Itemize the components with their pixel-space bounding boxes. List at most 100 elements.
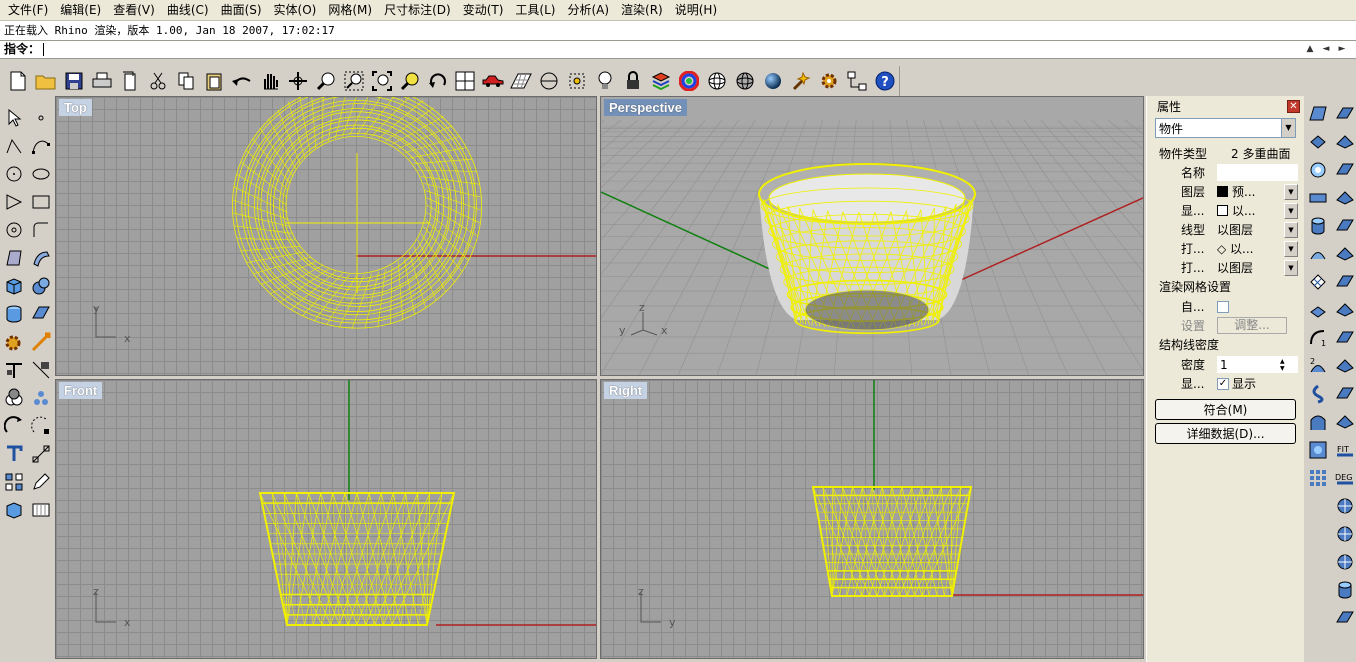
copy-icon[interactable] [172,67,200,95]
revolve-icon[interactable] [1305,156,1331,184]
menu-transform[interactable]: 变动(T) [457,0,510,20]
new-file-icon[interactable] [4,67,32,95]
rotate-icon[interactable] [424,67,452,95]
network-icon[interactable] [843,67,871,95]
shaded-sphere-icon[interactable] [759,67,787,95]
arc-icon[interactable] [0,188,27,216]
cylinder-icon[interactable] [0,300,27,328]
plane-icon[interactable] [1305,128,1331,156]
save-icon[interactable] [60,67,88,95]
menu-dimension[interactable]: 尺寸标注(D) [378,0,457,20]
auto-checkbox[interactable] [1217,300,1229,313]
print-icon[interactable] [88,67,116,95]
degree2-icon[interactable]: 2 [1305,352,1331,380]
tool-j-icon[interactable] [1333,352,1356,380]
tool-c-icon[interactable] [1333,156,1356,184]
viewport-title-perspective[interactable]: Perspective [604,99,687,116]
grid-snap-icon[interactable] [27,496,54,524]
tool-h-icon[interactable] [1333,296,1356,324]
command-line[interactable]: 指令： ▲ ◄ ► [0,41,1356,59]
linetype-select[interactable]: 以图层 ▼ [1217,221,1304,238]
trim-icon[interactable] [0,356,27,384]
scale-icon[interactable] [27,412,54,440]
tool-n-icon[interactable] [1333,520,1356,548]
polygon-icon[interactable] [0,216,27,244]
flow-icon[interactable] [1305,380,1331,408]
chevron-down-icon[interactable]: ▼ [1281,119,1295,137]
zoom-extents-icon[interactable] [368,67,396,95]
layer-select[interactable]: 预... ▼ [1217,183,1304,200]
menu-view[interactable]: 查看(V) [107,0,161,20]
tool-b-icon[interactable] [1333,128,1356,156]
tool-k-icon[interactable] [1333,380,1356,408]
cut-icon[interactable] [144,67,172,95]
grid-icon[interactable] [507,67,535,95]
gear-edit-icon[interactable] [0,328,27,356]
point-icon[interactable] [27,104,54,132]
layer-icon[interactable] [647,67,675,95]
edit-pencil-icon[interactable] [27,468,54,496]
rectangle-icon[interactable] [27,188,54,216]
adjust-button[interactable]: 调整... [1217,317,1287,334]
blend-icon[interactable] [1305,296,1331,324]
menu-help[interactable]: 说明(H) [669,0,723,20]
viewport-perspective[interactable]: z y x Perspective [600,96,1144,376]
wireframe-sphere-icon[interactable] [703,67,731,95]
color-wheel-icon[interactable] [675,67,703,95]
rotate-object-icon[interactable] [0,412,27,440]
box-icon[interactable] [0,272,27,300]
rotate-view-icon[interactable] [284,67,312,95]
zoom-window-icon[interactable] [340,67,368,95]
tool-d-icon[interactable] [1333,184,1356,212]
tool-q-icon[interactable] [1333,604,1356,632]
snap-icon[interactable] [563,67,591,95]
density-input[interactable]: 1 ▲ ▼ [1217,356,1298,373]
zoom-icon[interactable] [312,67,340,95]
surface-icon[interactable] [0,244,27,272]
details-button[interactable]: 详细数据(D)... [1155,423,1296,444]
extrude-icon[interactable] [1305,184,1331,212]
menu-curve[interactable]: 曲线(C) [161,0,215,20]
text-icon[interactable] [0,440,27,468]
menu-surface[interactable]: 曲面(S) [215,0,268,20]
curve-icon[interactable] [27,132,54,160]
car-icon[interactable] [479,67,507,95]
ghosted-sphere-icon[interactable] [731,67,759,95]
scroll-left-icon[interactable]: ◄ [1320,41,1332,58]
print-color-select[interactable]: ◇ 以... ▼ [1217,240,1304,257]
viewport-front[interactable]: x z Front [55,379,597,659]
menu-edit[interactable]: 编辑(E) [54,0,107,20]
viewport-title-top[interactable]: Top [59,99,92,116]
tool-g-icon[interactable] [1333,268,1356,296]
display-color-select[interactable]: 以... ▼ [1217,202,1304,219]
spheres-icon[interactable] [27,272,54,300]
chevron-down-icon[interactable]: ▼ [1284,240,1298,257]
tool-m-icon[interactable] [1333,492,1356,520]
array-dots-icon[interactable] [1305,464,1331,492]
close-icon[interactable]: ✕ [1287,99,1300,113]
help-icon[interactable]: ? [871,67,899,95]
tool-p-icon[interactable] [1333,576,1356,604]
tool-f-icon[interactable] [1333,240,1356,268]
undo-icon[interactable] [228,67,256,95]
chevron-down-icon[interactable]: ▼ [1284,183,1298,200]
circle-icon[interactable] [0,160,27,188]
menu-file[interactable]: 文件(F) [2,0,54,20]
show-checkbox[interactable]: ✓ [1217,377,1229,390]
menu-mesh[interactable]: 网格(M) [322,0,378,20]
render-wand-icon[interactable] [787,67,815,95]
lock-icon[interactable] [619,67,647,95]
open-folder-icon[interactable] [32,67,60,95]
tool-i-icon[interactable] [1333,324,1356,352]
cage-icon[interactable] [1305,408,1331,436]
settings-gear-icon[interactable] [815,67,843,95]
deg-icon[interactable]: DEG [1333,464,1356,492]
tool-a-icon[interactable] [1333,100,1356,128]
solid-box-icon[interactable] [0,496,27,524]
explode-icon[interactable] [27,328,54,356]
menu-solid[interactable]: 实体(O) [268,0,323,20]
four-viewports-icon[interactable] [452,67,480,95]
scroll-up-icon[interactable]: ▲ [1304,41,1316,58]
import-icon[interactable] [116,67,144,95]
print-width-select[interactable]: 以图层 ▼ [1217,259,1304,276]
